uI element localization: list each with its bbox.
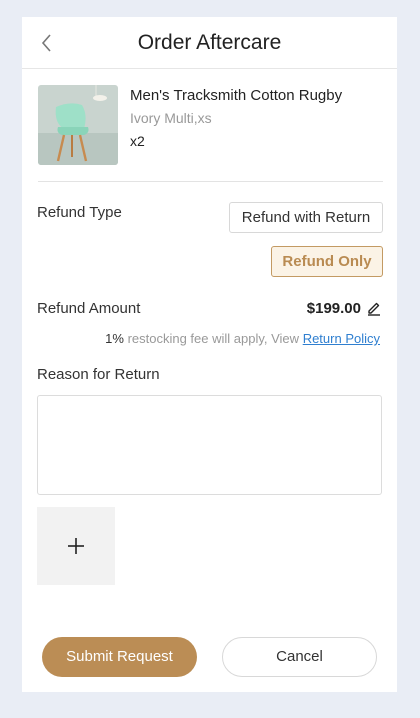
refund-only-option[interactable]: Refund Only [271,246,383,277]
product-quantity: x2 [130,133,145,149]
restocking-percent: 1% [105,331,124,346]
aftercare-card: Order Aftercare Men's Tracksmith Cotton … [22,17,397,692]
refund-amount-label: Refund Amount [37,300,141,317]
divider [38,181,383,182]
refund-type-label: Refund Type [37,204,122,221]
reason-textarea[interactable] [37,395,382,495]
product-image [38,85,118,165]
add-photo-button[interactable] [37,507,115,585]
submit-request-button[interactable]: Submit Request [42,637,197,677]
reason-label: Reason for Return [37,366,160,383]
refund-with-return-option[interactable]: Refund with Return [229,202,383,233]
edit-amount-button[interactable] [366,300,382,316]
return-policy-link[interactable]: Return Policy [303,331,380,346]
product-name: Men's Tracksmith Cotton Rugby [130,87,343,104]
header-bar: Order Aftercare [22,17,397,69]
restocking-fee-note: 1% restocking fee will apply, View Retur… [105,331,380,346]
page-title: Order Aftercare [137,31,282,54]
pencil-edit-icon [368,302,380,316]
plus-icon [68,538,84,554]
refund-amount-value: $199.00 [306,300,361,317]
product-variant: Ivory Multi,xs [130,110,212,126]
restocking-text: restocking fee will apply, View [127,331,300,346]
cancel-button[interactable]: Cancel [222,637,377,677]
